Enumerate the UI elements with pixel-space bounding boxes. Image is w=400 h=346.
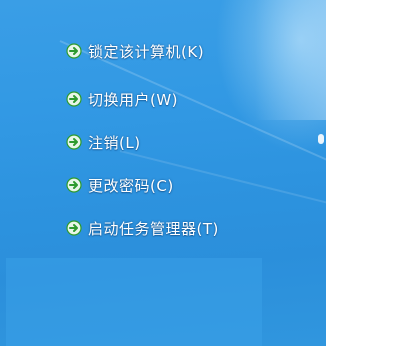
change-password-label: 更改密码(C) (88, 176, 174, 195)
edge-highlight (318, 134, 324, 144)
start-task-manager-label: 启动任务管理器(T) (88, 219, 219, 238)
log-off-label: 注销(L) (88, 133, 141, 152)
background-glow (255, 0, 326, 120)
switch-user-option[interactable]: 切换用户(W) (66, 86, 178, 112)
log-off-option[interactable]: 注销(L) (66, 129, 141, 155)
start-task-manager-option[interactable]: 启动任务管理器(T) (66, 215, 219, 241)
switch-user-label: 切换用户(W) (88, 90, 179, 109)
change-password-option[interactable]: 更改密码(C) (66, 172, 174, 198)
green-arrow-icon (66, 43, 82, 59)
lock-computer-label: 锁定该计算机(K) (88, 42, 205, 61)
green-arrow-icon (66, 134, 82, 150)
green-arrow-icon (66, 91, 82, 107)
green-arrow-icon (66, 220, 82, 236)
background-panel (6, 258, 262, 346)
lock-computer-option[interactable]: 锁定该计算机(K) (66, 38, 204, 64)
green-arrow-icon (66, 177, 82, 193)
security-options-screen: 锁定该计算机(K) 切换用户(W) 注销(L) 更改密码(C) 启动任务管理器(… (0, 0, 326, 346)
